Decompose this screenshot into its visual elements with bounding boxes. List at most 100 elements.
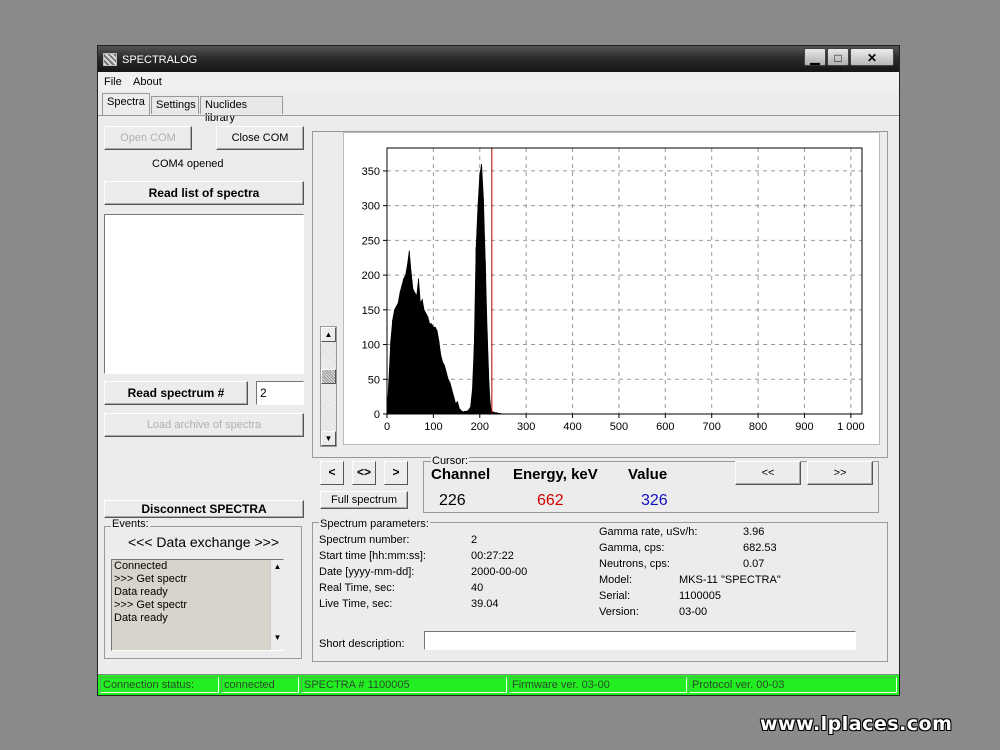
param-gamma-rate-label: Gamma rate, uSv/h:: [599, 526, 698, 538]
read-list-button[interactable]: Read list of spectra: [104, 181, 304, 205]
y-tick-label: 250: [362, 235, 380, 247]
param-spectrum-number-label: Spectrum number:: [319, 534, 410, 546]
x-tick-label: 0: [384, 421, 390, 433]
param-start-time-label: Start time [hh:mm:ss]:: [319, 550, 426, 562]
app-icon: [103, 53, 117, 66]
event-item: Data ready: [114, 612, 168, 624]
count-value: 326: [641, 492, 668, 509]
menu-file[interactable]: File: [104, 76, 122, 88]
status-firmware: Firmware ver. 03-00: [509, 677, 687, 693]
menu-about[interactable]: About: [133, 76, 162, 88]
events-scrollbar[interactable]: ▲ ▼: [270, 560, 284, 650]
plot-frame: [386, 147, 863, 415]
x-tick-label: 900: [795, 421, 813, 433]
scroll-down-icon[interactable]: ▼: [271, 633, 284, 642]
event-item: Data ready: [114, 586, 168, 598]
tab-settings[interactable]: Settings: [151, 96, 199, 114]
cursor-right-button[interactable]: >: [384, 461, 408, 485]
y-tick-label: 150: [362, 305, 380, 317]
disconnect-button[interactable]: Disconnect SPECTRA: [104, 500, 304, 518]
value-header: Value: [628, 466, 668, 483]
short-description-input[interactable]: [424, 631, 856, 650]
menu-bar: File About: [98, 72, 899, 91]
status-bar: Connection status: connected SPECTRA # 1…: [98, 674, 899, 695]
x-tick-label: 700: [703, 421, 721, 433]
y-tick-label: 100: [362, 340, 380, 352]
param-date-value: 2000-00-00: [471, 566, 528, 578]
param-model-label: Model:: [599, 574, 633, 586]
param-serial-label: Serial:: [599, 590, 631, 602]
short-description-label: Short description:: [319, 638, 405, 650]
parameters-label: Spectrum parameters:: [319, 518, 430, 530]
title-bar[interactable]: SPECTRALOG ▁ □ ✕: [98, 46, 899, 72]
load-archive-button[interactable]: Load archive of spectra: [104, 413, 304, 437]
param-model-value: MKS-11 "SPECTRA": [679, 574, 781, 586]
tab-nuclides-library[interactable]: Nuclides library: [200, 96, 283, 124]
energy-header: Energy, keV: [513, 466, 598, 483]
channel-header: Channel: [431, 466, 491, 483]
y-tick-label: 50: [368, 374, 380, 386]
param-neutrons-label: Neutrons, cps:: [599, 558, 670, 570]
full-spectrum-button[interactable]: Full spectrum: [320, 491, 408, 509]
open-com-button[interactable]: Open COM: [104, 126, 192, 150]
window-title: SPECTRALOG: [122, 54, 198, 66]
spectra-list[interactable]: [104, 214, 304, 374]
spectrum-chart[interactable]: 0 100 200 300 400 500 600 700 800 900 1 000 0 50 100 1…: [343, 132, 880, 445]
events-list[interactable]: Connected >>> Get spectr Data ready >>> …: [111, 559, 284, 651]
param-version-label: Version:: [599, 606, 639, 618]
close-window-button[interactable]: ✕: [850, 48, 894, 66]
data-exchange-label: <<< Data exchange >>>: [128, 534, 280, 550]
status-connection: connected: [221, 677, 299, 693]
status-label: Connection status:: [100, 677, 219, 693]
page-prev-button[interactable]: <<: [735, 461, 801, 485]
param-start-time-value: 00:27:22: [471, 550, 514, 562]
event-item: >>> Get spectr: [114, 599, 188, 611]
status-protocol: Protocol ver. 00-03: [689, 677, 897, 693]
watermark: www.lplaces.com: [760, 713, 953, 735]
param-gamma-cps-label: Gamma, cps:: [599, 542, 665, 554]
cursor-expand-button[interactable]: <>: [352, 461, 376, 485]
y-tick-label: 200: [362, 270, 380, 282]
status-device: SPECTRA # 1100005: [301, 677, 507, 693]
x-tick-label: 800: [749, 421, 767, 433]
page-next-button[interactable]: >>: [807, 461, 873, 485]
scroll-thumb[interactable]: [321, 369, 336, 384]
x-tick-label: 1 000: [837, 421, 865, 433]
scroll-down-icon[interactable]: ▼: [321, 431, 336, 446]
spectrum-svg[interactable]: 0 100 200 300 400 500 600 700 800 900 1 000 0 50 100 1…: [344, 133, 879, 444]
y-tick-label: 0: [374, 409, 380, 421]
close-com-button[interactable]: Close COM: [216, 126, 304, 150]
maximize-button[interactable]: □: [827, 48, 849, 66]
y-tick-label: 350: [362, 166, 380, 178]
spectrum-number-input[interactable]: 2: [256, 381, 304, 405]
param-live-time-label: Live Time, sec:: [319, 598, 393, 610]
x-tick-label: 500: [610, 421, 628, 433]
x-tick-label: 400: [563, 421, 581, 433]
param-date-label: Date [yyyy-mm-dd]:: [319, 566, 415, 578]
x-tick-label: 600: [656, 421, 674, 433]
zoom-scrollbar[interactable]: ▲ ▼: [320, 326, 337, 447]
param-gamma-cps-value: 682.53: [743, 542, 777, 554]
x-tick-label: 300: [517, 421, 535, 433]
events-label: Events:: [111, 518, 150, 530]
read-spectrum-button[interactable]: Read spectrum #: [104, 381, 248, 405]
scroll-up-icon[interactable]: ▲: [321, 327, 336, 342]
event-item: Connected: [114, 560, 168, 572]
event-item: >>> Get spectr: [114, 573, 188, 585]
spectrum-area: [386, 163, 862, 415]
param-real-time-label: Real Time, sec:: [319, 582, 395, 594]
energy-value: 662: [537, 492, 564, 509]
param-serial-value: 1100005: [679, 590, 722, 602]
tab-divider: [98, 115, 899, 116]
x-tick-label: 100: [424, 421, 442, 433]
param-version-value: 03-00: [679, 606, 708, 618]
param-gamma-rate-value: 3.96: [743, 526, 765, 538]
minimize-button[interactable]: ▁: [804, 48, 826, 66]
tab-spectra[interactable]: Spectra: [102, 93, 150, 115]
cursor-left-button[interactable]: <: [320, 461, 344, 485]
param-real-time-value: 40: [471, 582, 484, 594]
main-window: SPECTRALOG ▁ □ ✕ File About Spectra Sett…: [97, 45, 900, 696]
y-tick-label: 300: [362, 201, 380, 213]
scroll-up-icon[interactable]: ▲: [271, 562, 284, 571]
x-tick-label: 200: [471, 421, 489, 433]
